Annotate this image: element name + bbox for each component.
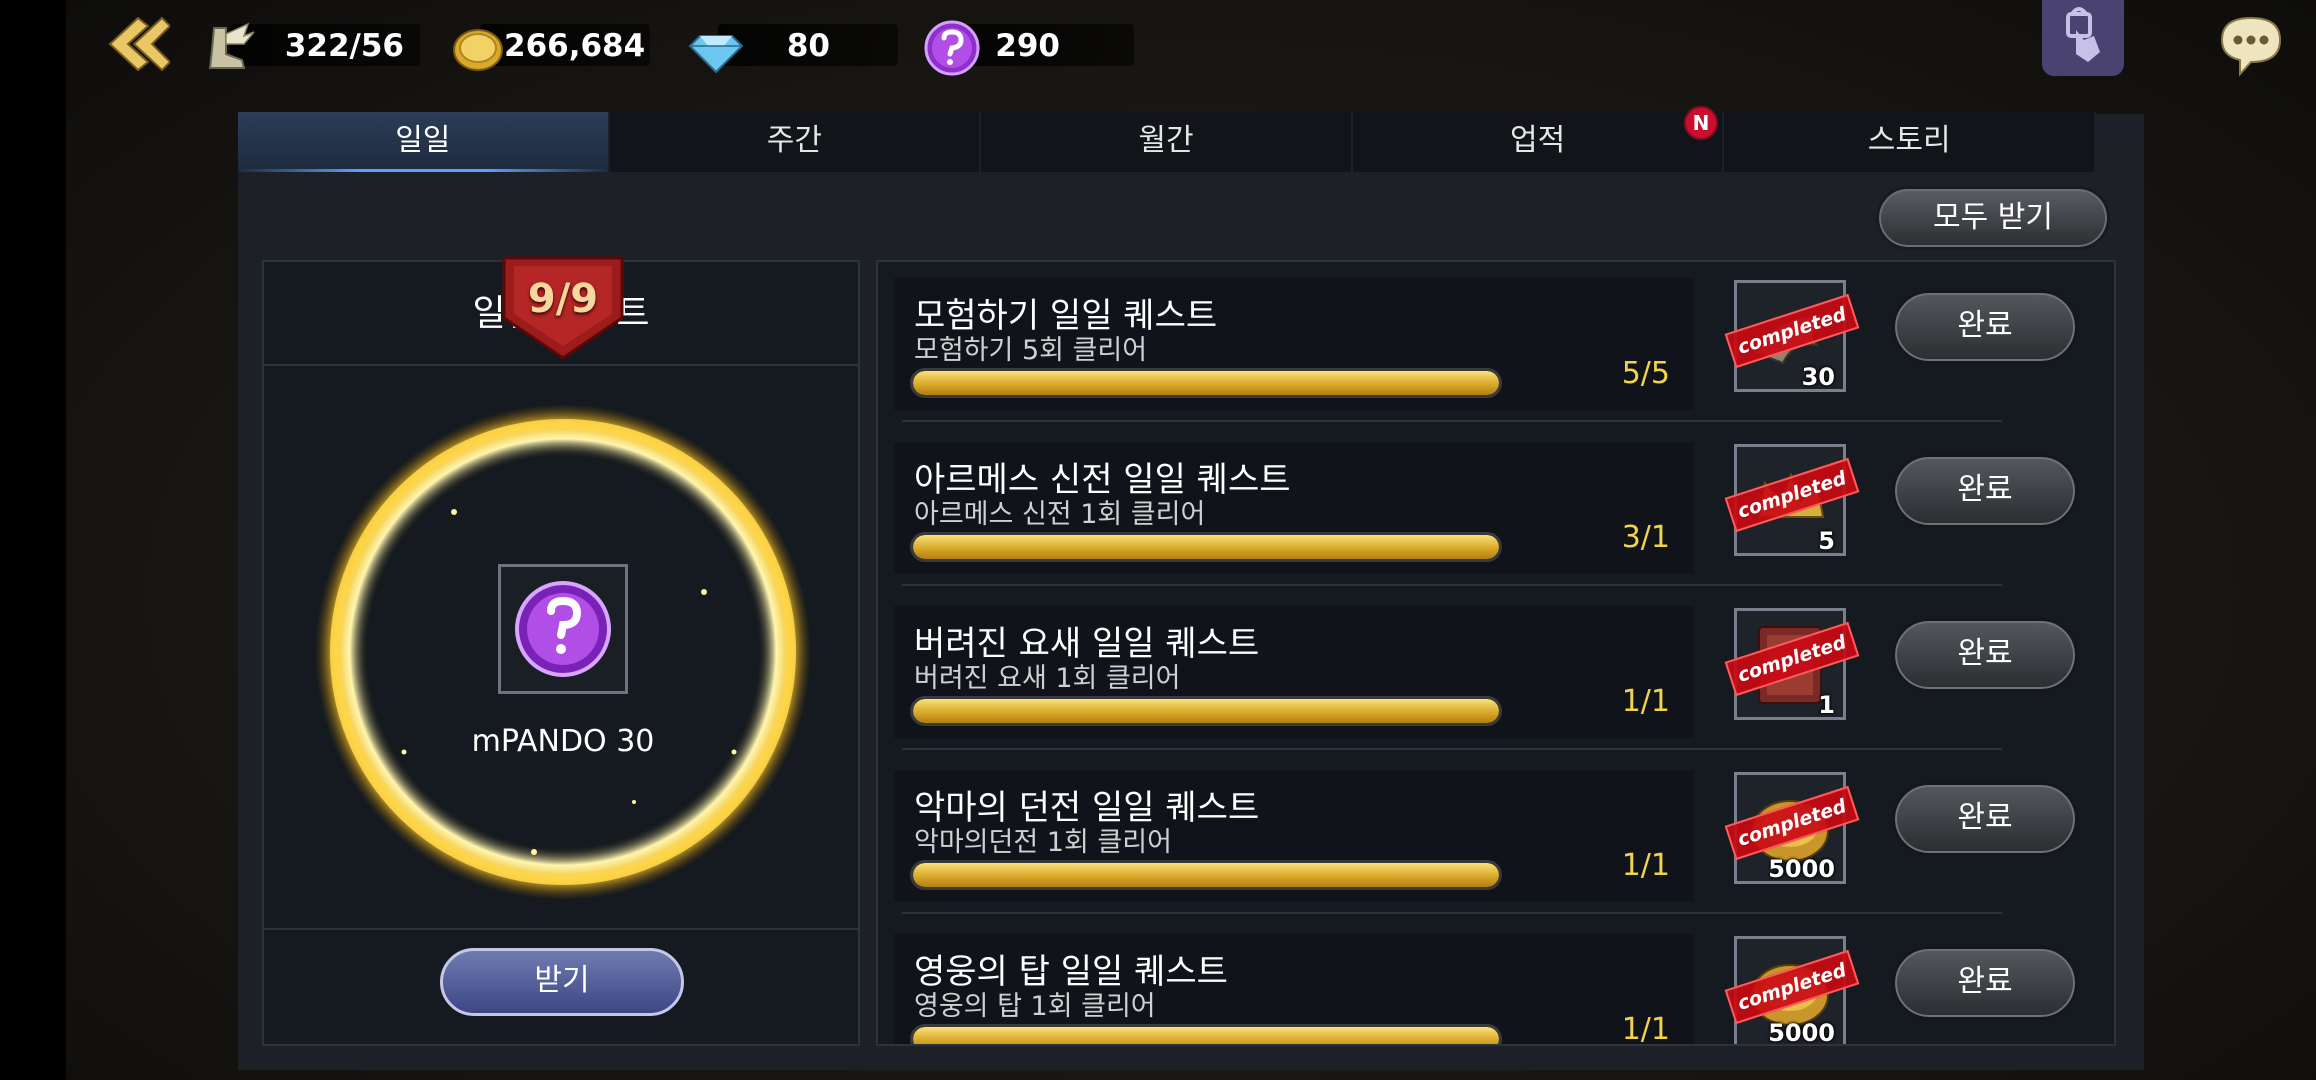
pando-coin-icon (515, 581, 611, 677)
tab-story[interactable]: 스토리 (1724, 112, 2096, 172)
complete-button[interactable]: 완료 (1892, 946, 2078, 1020)
quest-description: 영웅의 탑 1회 클리어 (914, 991, 1156, 1022)
gold-coin-icon (453, 29, 503, 71)
tab-daily[interactable]: 일일 (238, 112, 610, 172)
quest-row: 모험하기 일일 퀘스트 모험하기 5회 클리어 5/5 completed 30… (894, 270, 2104, 420)
claim-all-button[interactable]: 모두 받기 (1876, 186, 2110, 250)
diamond-value: 80 (786, 28, 830, 64)
chat-bubble-icon (2220, 16, 2282, 77)
quest-reward: completed 5000 (1724, 772, 1860, 884)
diamond-resource: 80 (688, 20, 898, 74)
double-chevron-left-icon (108, 16, 172, 72)
progress-fill (913, 371, 1499, 395)
card-divider (264, 928, 858, 930)
progress-fill (913, 1027, 1499, 1044)
quest-row: 버려진 요새 일일 퀘스트 버려진 요새 1회 클리어 1/1 complete… (894, 598, 2104, 748)
quest-row: 영웅의 탑 일일 퀘스트 영웅의 탑 1회 클리어 1/1 completed … (894, 926, 2104, 1046)
quest-progress-bar (910, 532, 1502, 562)
reward-quantity: 5000 (1768, 855, 1835, 883)
reward-label: mPANDO 30 (471, 724, 655, 759)
lock-button[interactable] (2042, 0, 2124, 76)
quest-tabs: 일일 주간 월간 업적 스토리 (238, 112, 2096, 172)
pando-resource: 290 (924, 20, 1134, 76)
complete-button[interactable]: 완료 (1892, 782, 2078, 856)
new-badge: N (1684, 106, 1718, 140)
quest-count: 5/5 (1621, 356, 1670, 391)
quest-row: 악마의 던전 일일 퀘스트 악마의던전 1회 클리어 1/1 completed… (894, 762, 2104, 912)
tab-achievement[interactable]: 업적 (1353, 112, 1725, 172)
pando-value: 290 (995, 28, 1060, 64)
quest-description: 악마의던전 1회 클리어 (914, 827, 1172, 858)
row-divider (902, 912, 2002, 914)
quest-count: 1/1 (1621, 684, 1670, 719)
quest-info: 영웅의 탑 일일 퀘스트 영웅의 탑 1회 클리어 1/1 (894, 934, 1694, 1046)
progress-count: 9/9 (527, 276, 599, 322)
progress-fill (913, 535, 1499, 559)
reward-quantity: 5000 (1768, 1019, 1835, 1046)
quest-reward: completed 1 (1724, 608, 1860, 720)
row-divider (902, 748, 2002, 750)
pando-coin-icon (924, 20, 980, 76)
reward-slot (498, 564, 628, 694)
quest-info: 모험하기 일일 퀘스트 모험하기 5회 클리어 5/5 (894, 278, 1694, 410)
quest-count: 1/1 (1621, 848, 1670, 883)
gold-value: 266,684 (504, 28, 646, 64)
quest-progress-bar (910, 860, 1502, 890)
quest-list[interactable]: 모험하기 일일 퀘스트 모험하기 5회 클리어 5/5 completed 30… (876, 260, 2116, 1046)
gold-resource: 266,684 (450, 20, 650, 71)
winged-boot-icon (208, 22, 255, 69)
lock-hand-icon (2066, 7, 2100, 62)
stamina-value: 322/56 (284, 28, 404, 64)
stamina-resource: 322/56 (200, 20, 420, 69)
quest-progress-bar (910, 696, 1502, 726)
complete-button[interactable]: 완료 (1892, 618, 2078, 692)
complete-button[interactable]: 완료 (1892, 290, 2078, 364)
diamond-icon (688, 35, 744, 74)
quest-info: 아르메스 신전 일일 퀘스트 아르메스 신전 1회 클리어 3/1 (894, 442, 1694, 574)
tab-monthly[interactable]: 월간 (981, 112, 1353, 172)
quest-count: 3/1 (1621, 520, 1670, 555)
reward-quantity: 1 (1818, 691, 1835, 719)
back-button[interactable] (104, 14, 172, 74)
quest-reward: completed 30 (1724, 280, 1860, 392)
row-divider (902, 584, 2002, 586)
reward-quantity: 5 (1818, 527, 1835, 555)
left-letterbox (0, 0, 66, 1080)
quest-info: 버려진 요새 일일 퀘스트 버려진 요새 1회 클리어 1/1 (894, 606, 1694, 738)
chat-button[interactable] (2216, 12, 2286, 78)
quest-description: 버려진 요새 1회 클리어 (914, 663, 1181, 694)
progress-fill (913, 863, 1499, 887)
quest-reward: completed 5 (1724, 444, 1860, 556)
quest-description: 아르메스 신전 1회 클리어 (914, 499, 1206, 530)
quest-reward: completed 5000 (1724, 936, 1860, 1046)
quest-count: 1/1 (1621, 1012, 1670, 1046)
quest-progress-bar (910, 368, 1502, 398)
top-bar: 322/56 266,684 80 290 (0, 0, 2316, 88)
daily-quest-summary-card: 일일 퀘스트 9/9 mPANDO 30 (262, 256, 860, 1046)
tab-weekly[interactable]: 주간 (610, 112, 982, 172)
quest-info: 악마의 던전 일일 퀘스트 악마의던전 1회 클리어 1/1 (894, 770, 1694, 902)
quest-progress-bar (910, 1024, 1502, 1044)
complete-button[interactable]: 완료 (1892, 454, 2078, 528)
progress-fill (913, 699, 1499, 723)
quest-row: 아르메스 신전 일일 퀘스트 아르메스 신전 1회 클리어 3/1 comple… (894, 434, 2104, 584)
receive-button[interactable]: 받기 (440, 948, 684, 1016)
reward-quantity: 30 (1801, 363, 1835, 391)
row-divider (902, 420, 2002, 422)
quest-description: 모험하기 5회 클리어 (914, 335, 1148, 366)
